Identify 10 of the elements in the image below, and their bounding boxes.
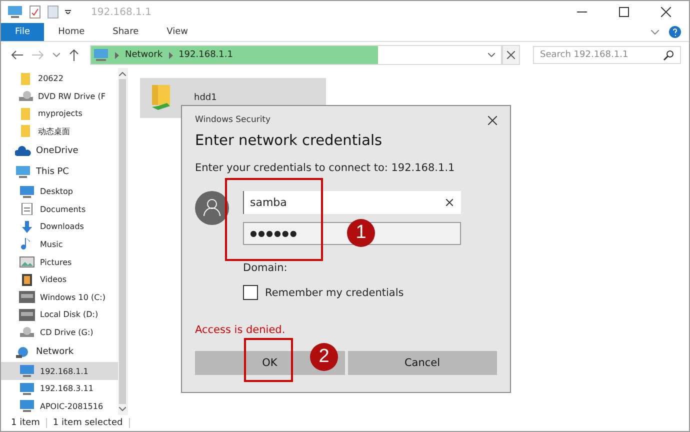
domain-label: Domain:	[243, 262, 288, 274]
window-title: 192.168.1.1	[91, 6, 152, 18]
status-text: 1 item	[5, 418, 47, 428]
dialog-title: Windows Security	[195, 115, 271, 125]
step-number-overlay: 2	[310, 343, 338, 371]
dialog-heading: Enter network credentials	[195, 133, 384, 149]
step-number-overlay: 1	[347, 219, 375, 247]
status-text: 1 item selected	[46, 418, 130, 428]
dialog-prompt: Enter your credentials to connect to: 192.168.1.1	[195, 162, 456, 174]
error-message: Access is denied.	[195, 324, 286, 336]
